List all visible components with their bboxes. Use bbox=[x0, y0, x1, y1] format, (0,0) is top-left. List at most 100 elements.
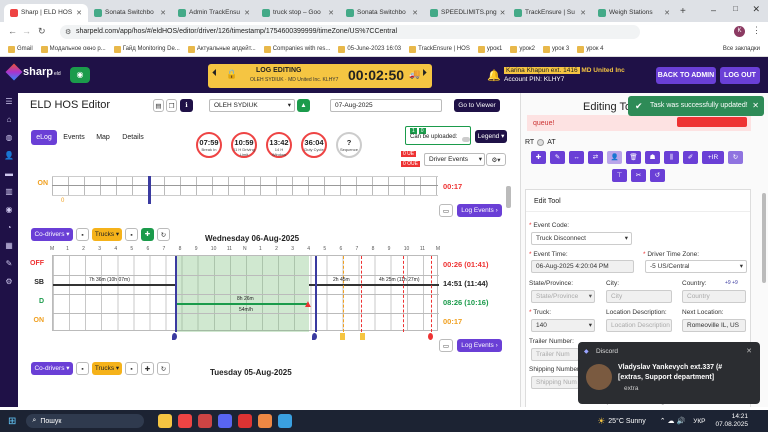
add-event-icon[interactable]: ✚ bbox=[141, 362, 154, 375]
rt-radio[interactable] bbox=[537, 139, 545, 146]
logout-button[interactable]: LOG OUT bbox=[720, 67, 760, 84]
shipping-input[interactable]: Shipping Num bbox=[531, 376, 579, 389]
notification-bell-icon[interactable]: 🔔 bbox=[487, 69, 501, 82]
filter-icon[interactable]: ⚙▾ bbox=[486, 153, 506, 166]
truck-icon[interactable]: ▪ bbox=[125, 362, 138, 375]
file-explorer-icon[interactable] bbox=[158, 414, 173, 428]
sharp-logo[interactable]: sharpeld bbox=[5, 63, 61, 81]
tab-close-icon[interactable]: ✕ bbox=[412, 9, 418, 17]
copy-icon[interactable]: ❐ bbox=[166, 99, 177, 112]
co-driver-icon[interactable]: ▪ bbox=[76, 362, 89, 375]
info-icon[interactable]: ℹ bbox=[180, 99, 193, 112]
go-to-viewer-button[interactable]: Go to Viewer bbox=[454, 99, 500, 112]
marker-pin[interactable] bbox=[428, 333, 433, 340]
tab-close-icon[interactable]: ✕ bbox=[664, 9, 670, 17]
country-input[interactable]: Country bbox=[682, 290, 746, 303]
browser-tab[interactable]: truck stop – Goo ✕ bbox=[256, 4, 340, 22]
person-icon[interactable]: 👤 bbox=[607, 151, 622, 164]
log-prev-icon[interactable]: ⏴ bbox=[212, 68, 217, 79]
maximize-icon[interactable]: □ bbox=[733, 4, 738, 13]
document-icon[interactable]: ▤ bbox=[153, 99, 164, 112]
users-icon[interactable]: 👤 bbox=[0, 147, 18, 165]
tab-close-icon[interactable]: ✕ bbox=[500, 9, 506, 17]
loc-desc-input[interactable]: Location Description bbox=[606, 319, 672, 332]
driver-status-icon[interactable]: ▲ bbox=[297, 99, 310, 112]
bookmark-item[interactable]: урок2 bbox=[510, 45, 535, 53]
next-loc-input[interactable]: Romeoville IL, US bbox=[682, 319, 746, 332]
bookmark-item[interactable]: Gmail bbox=[8, 45, 33, 53]
panel-scrollbar[interactable] bbox=[762, 193, 766, 283]
editor-scrollbar[interactable] bbox=[506, 186, 511, 208]
pencil-icon[interactable]: ✎ bbox=[550, 151, 565, 164]
back-to-admin-button[interactable]: BACK TO ADMIN bbox=[656, 67, 716, 84]
bookmark-item[interactable]: урок 3 bbox=[542, 45, 569, 53]
home-icon[interactable]: ⌂ bbox=[0, 111, 18, 129]
undo-icon[interactable]: ↺ bbox=[650, 169, 665, 182]
log-next-icon[interactable]: ⏵ bbox=[422, 68, 427, 79]
taskbar-search[interactable]: ⌕ Пошук bbox=[26, 414, 145, 428]
tab-close-icon[interactable]: ✕ bbox=[76, 9, 82, 17]
discord-close-icon[interactable]: ✕ bbox=[746, 347, 752, 355]
bookmark-item[interactable]: TrackEnsure | HOS bbox=[409, 45, 470, 53]
event-code-select[interactable]: Truck Disconnect ▾ bbox=[531, 232, 632, 245]
driver-events-select[interactable]: Driver Events ▾ bbox=[424, 153, 485, 166]
gauge-icon[interactable]: ◔ bbox=[0, 219, 18, 237]
forward-icon[interactable]: → bbox=[22, 26, 31, 36]
chrome-icon[interactable] bbox=[178, 414, 193, 428]
location-icon[interactable]: ◉ bbox=[0, 201, 18, 219]
close-window-icon[interactable]: ✕ bbox=[752, 4, 760, 15]
eye-icon[interactable]: ◉ bbox=[70, 67, 90, 83]
minimize-icon[interactable]: – bbox=[711, 5, 716, 15]
upload-toggle[interactable] bbox=[462, 137, 470, 142]
browser-tab[interactable]: Weigh Stations ✕ bbox=[592, 4, 676, 22]
reload-icon[interactable]: ↻ bbox=[38, 26, 46, 37]
app-icon[interactable] bbox=[258, 414, 273, 428]
trailer-input[interactable]: Trailer Num bbox=[531, 348, 579, 361]
language-indicator[interactable]: УКР bbox=[693, 418, 705, 425]
swap-icon[interactable]: ⇄ bbox=[588, 151, 603, 164]
app-icon[interactable] bbox=[238, 414, 253, 428]
columns-icon[interactable]: ⫼ bbox=[664, 151, 679, 164]
group-icon[interactable]: ☗ bbox=[645, 151, 660, 164]
marker-pin[interactable] bbox=[360, 333, 365, 340]
add-event-icon[interactable]: ✚ bbox=[141, 228, 154, 241]
discord-notification[interactable]: Discord ◆ ✕ Vladyslav Yankevych ext.337 … bbox=[578, 342, 760, 404]
chart-icon[interactable]: ▥ bbox=[0, 183, 18, 201]
globe-icon[interactable]: ◍ bbox=[0, 129, 18, 147]
legend-button[interactable]: Legend ▾ bbox=[475, 130, 507, 143]
tab-close-icon[interactable]: ✕ bbox=[580, 9, 586, 17]
bookmark-item[interactable]: Актуальные апдейт... bbox=[187, 45, 256, 53]
log-events-button[interactable]: Log Events › bbox=[457, 204, 502, 217]
driver-select[interactable]: OLEH SYDIUK ▾ bbox=[209, 99, 295, 112]
bookmark-item[interactable]: урок 4 bbox=[577, 45, 603, 53]
co-drivers-button[interactable]: Co-drivers ▾ bbox=[31, 362, 73, 375]
back-icon[interactable]: ← bbox=[8, 26, 17, 36]
browser-tab[interactable]: Sonata Switchbo ✕ bbox=[340, 4, 424, 22]
tab-close-icon[interactable]: ✕ bbox=[244, 9, 250, 17]
comment-icon[interactable]: ▭ bbox=[439, 339, 453, 352]
truck-nav-icon[interactable]: ▬ bbox=[0, 165, 18, 183]
expand-icon[interactable]: ↔ bbox=[569, 151, 584, 164]
city-input[interactable]: City bbox=[606, 290, 672, 303]
scissors-icon[interactable]: ✂ bbox=[631, 169, 646, 182]
toast-close-icon[interactable]: ✕ bbox=[752, 96, 759, 116]
add-icon[interactable]: ✚ bbox=[531, 151, 546, 164]
new-tab-button[interactable]: + bbox=[680, 6, 686, 17]
browser-tab[interactable]: TrackEnsure | Su ✕ bbox=[508, 4, 592, 22]
telegram-icon[interactable] bbox=[278, 414, 293, 428]
browser-tab[interactable]: Admin TrackEnsu ✕ bbox=[172, 4, 256, 22]
browser-tab[interactable]: SPEEDLIMITS.png ✕ bbox=[424, 4, 508, 22]
ir-button[interactable]: +IR bbox=[702, 151, 724, 164]
marker-pin[interactable] bbox=[172, 333, 177, 340]
tab-events[interactable]: Events bbox=[59, 130, 89, 145]
align-top-icon[interactable]: ⊤ bbox=[612, 169, 627, 182]
state-select[interactable]: State/Province ▾ bbox=[531, 290, 595, 303]
co-drivers-button[interactable]: Co-drivers ▾ bbox=[31, 228, 73, 241]
tab-elog[interactable]: eLog bbox=[31, 130, 57, 145]
hamburger-menu-icon[interactable]: ☰ bbox=[0, 93, 18, 111]
tab-details[interactable]: Details bbox=[117, 130, 149, 145]
date-input[interactable]: 07-Aug-2025 bbox=[330, 99, 442, 112]
trash-icon[interactable]: 🗑 bbox=[626, 151, 641, 164]
bookmark-item[interactable]: урок1 bbox=[477, 45, 502, 53]
site-info-icon[interactable]: ⚙ bbox=[65, 28, 71, 36]
